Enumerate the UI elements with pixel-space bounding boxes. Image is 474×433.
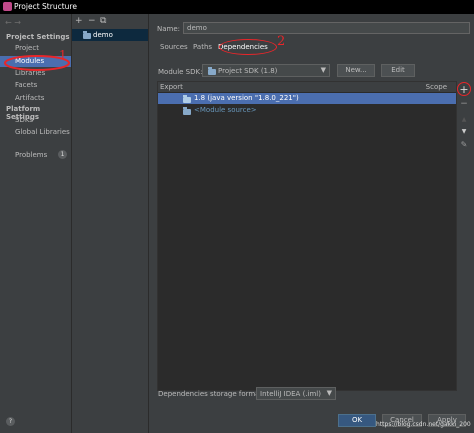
sidebar-item-artifacts[interactable]: Artifacts <box>0 93 71 104</box>
sidebar-item-sdks[interactable]: SDKs <box>0 115 71 126</box>
help-icon[interactable]: ? <box>6 417 15 426</box>
column-scope: Scope <box>425 83 447 91</box>
column-export: Export <box>160 83 183 91</box>
sdk-folder-icon <box>208 67 216 75</box>
annotation-number-1: 1 <box>59 48 67 62</box>
add-circle-annotation <box>457 82 471 96</box>
name-label: Name: <box>157 25 181 33</box>
module-sdk-label: Module SDK: <box>158 68 203 76</box>
sidebar-item-global-libraries[interactable]: Global Libraries <box>0 127 71 138</box>
source-folder-icon <box>183 107 191 115</box>
tab-paths[interactable]: Paths <box>193 43 212 53</box>
tab-sources[interactable]: Sources <box>160 43 188 53</box>
window-title: Project Structure <box>14 2 77 11</box>
table-header: Export Scope <box>158 82 456 92</box>
sidebar-item-facets[interactable]: Facets <box>0 80 71 91</box>
project-settings-header: Project Settings <box>6 33 70 41</box>
storage-format-dropdown[interactable]: IntelliJ IDEA (.iml) ▼ <box>256 387 336 400</box>
module-folder-icon <box>83 31 91 39</box>
module-settings: Name: demo Sources Paths Dependencies 2 … <box>149 14 474 433</box>
ok-button[interactable]: OK <box>338 414 376 427</box>
sidebar-item-problems[interactable]: Problems 1 <box>0 150 71 161</box>
dependencies-table: Export Scope 1.8 (java version "1.8.0_22… <box>157 81 457 391</box>
module-name-field[interactable]: demo <box>183 22 470 34</box>
edit-dependency-icon[interactable]: ✎ <box>457 139 471 151</box>
edit-sdk-button[interactable]: Edit <box>381 64 415 77</box>
move-down-button[interactable]: ▼ <box>457 126 471 138</box>
intellij-icon <box>3 2 12 11</box>
back-forward-arrows[interactable]: ← → <box>5 18 21 27</box>
remove-module-button[interactable]: − <box>88 16 96 26</box>
module-sdk-dropdown[interactable]: Project SDK (1.8) ▼ <box>202 64 330 77</box>
table-row[interactable]: 1.8 (java version "1.8.0_221") <box>158 93 456 104</box>
title-bar: Project Structure <box>0 0 474 14</box>
chevron-down-icon: ▼ <box>326 389 332 397</box>
copy-module-button[interactable]: ⧉ <box>100 16 106 26</box>
add-module-button[interactable]: + <box>75 16 83 26</box>
chevron-down-icon: ▼ <box>320 66 326 74</box>
dependencies-circle-annotation <box>219 39 277 55</box>
sdk-folder-icon <box>183 95 191 103</box>
module-item-demo[interactable]: demo <box>72 29 148 41</box>
problems-count-badge: 1 <box>58 150 67 159</box>
settings-sidebar: ← → Project Settings Project Modules Lib… <box>0 14 72 433</box>
modules-panel: + − ⧉ demo <box>72 14 149 433</box>
new-sdk-button[interactable]: New... <box>337 64 375 77</box>
table-row[interactable]: <Module source> <box>158 105 456 116</box>
storage-format-label: Dependencies storage format: <box>158 390 265 398</box>
watermark: https://blog.csdn.net/gakki_200 <box>376 421 471 428</box>
annotation-number-2: 2 <box>277 34 286 49</box>
move-up-button[interactable]: ▲ <box>457 114 471 126</box>
remove-dependency-button[interactable]: − <box>457 98 471 110</box>
